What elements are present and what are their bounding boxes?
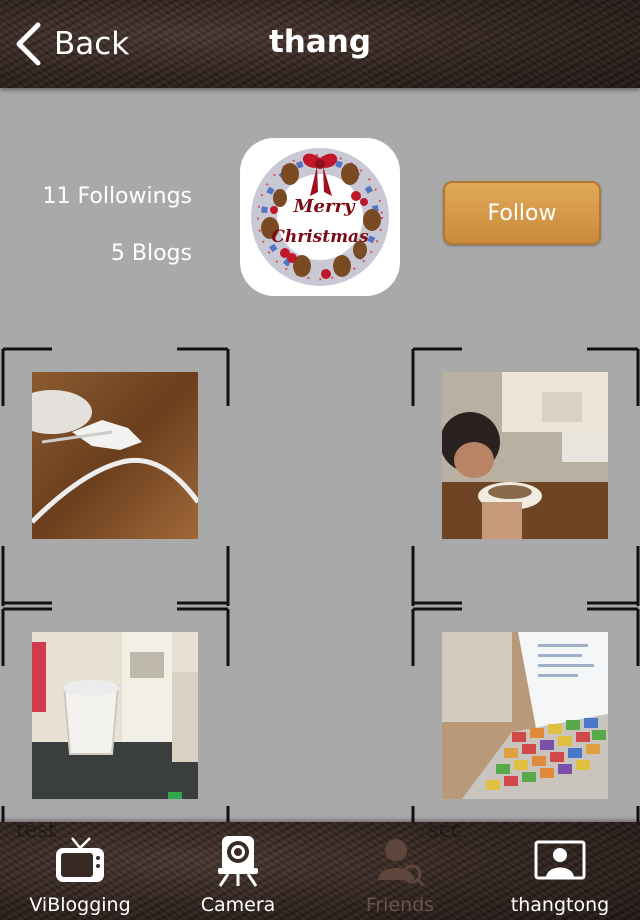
svg-text:Merry: Merry (293, 196, 356, 217)
tab-viblogging[interactable]: ViBlogging (0, 822, 160, 920)
avatar[interactable]: Merry Christmas (240, 138, 400, 296)
tab-camera[interactable]: Camera (158, 822, 318, 920)
tab-friends[interactable]: Friends (320, 822, 480, 920)
blog-thumbnail[interactable] (0, 346, 230, 606)
nav-bar: Back thang (0, 0, 640, 88)
tab-label: Camera (200, 894, 276, 916)
tab-bar: test scc ViBlogging Camera Friends thang… (0, 818, 640, 920)
blog-photo (442, 632, 608, 799)
tab-label: Friends (365, 894, 435, 916)
christmas-wreath-image: Merry Christmas (251, 148, 389, 286)
profile-icon (530, 834, 590, 886)
svg-text:Christmas: Christmas (271, 227, 369, 247)
followings-count[interactable]: 11 Followings (43, 184, 192, 209)
blogs-count[interactable]: 5 Blogs (111, 241, 192, 266)
friends-icon (370, 834, 430, 886)
tab-profile[interactable]: thangtong (480, 822, 640, 920)
blog-photo (442, 372, 608, 539)
page-title: thang (268, 24, 372, 60)
tab-label: ViBlogging (29, 894, 131, 916)
follow-button[interactable]: Follow (443, 181, 601, 245)
blog-photo (32, 372, 198, 539)
tab-label: thangtong (510, 894, 610, 916)
tv-icon (50, 834, 110, 886)
camera-icon (208, 834, 268, 887)
blog-photo (32, 632, 198, 799)
blog-thumbnail[interactable] (410, 346, 640, 606)
